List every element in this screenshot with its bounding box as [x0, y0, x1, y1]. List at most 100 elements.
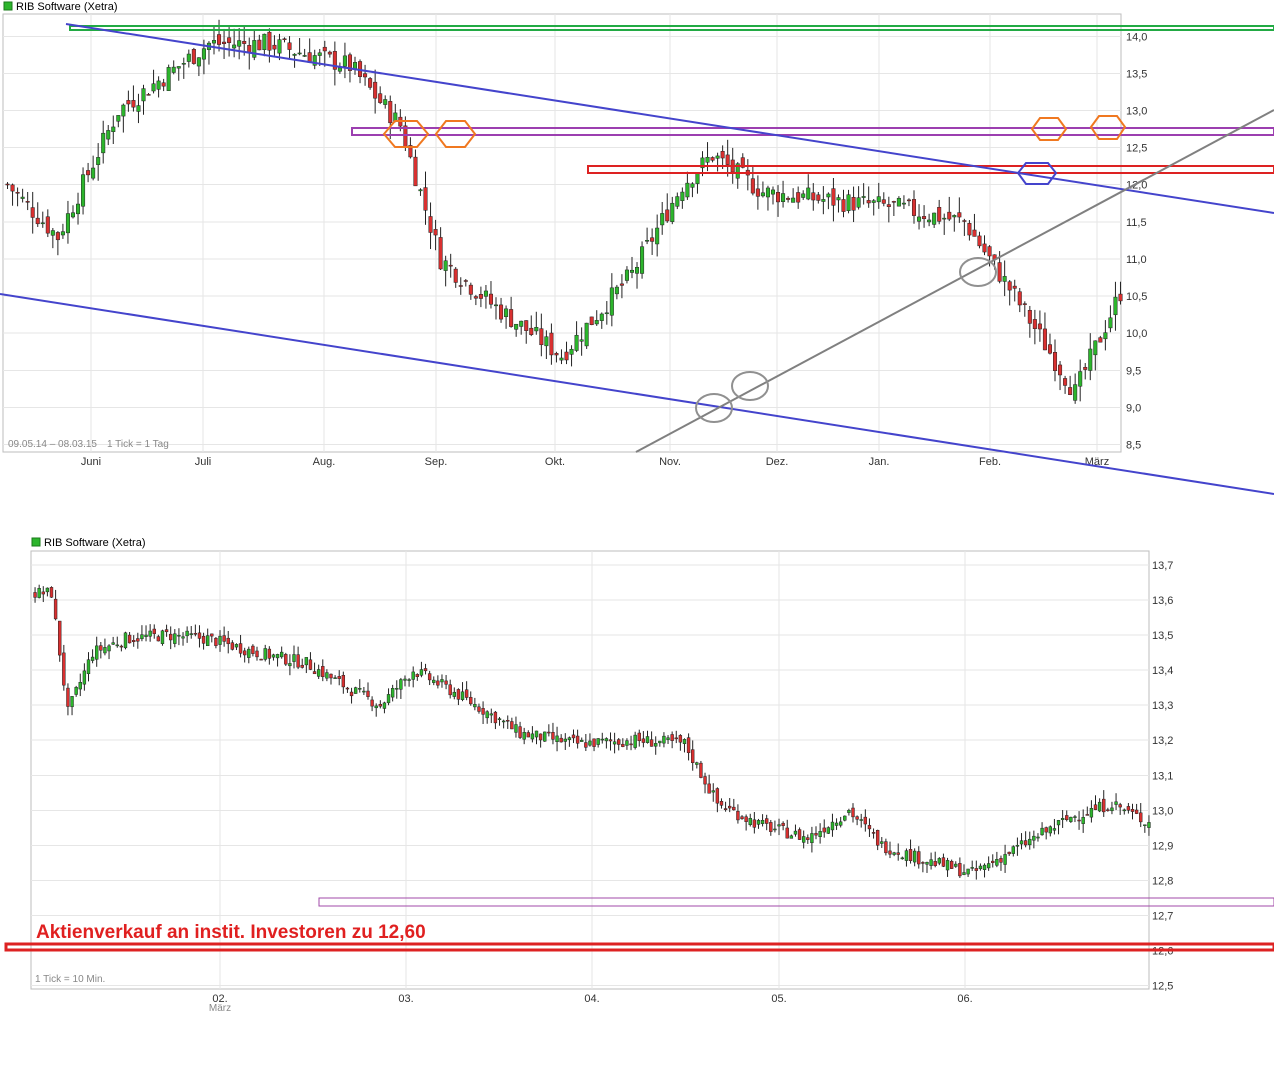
y-tick-label: 13,0: [1152, 805, 1173, 817]
candle-body: [978, 865, 983, 870]
candle-body: [941, 857, 946, 867]
candle-body: [707, 783, 711, 794]
candle-body: [1002, 276, 1007, 282]
candle-body: [881, 199, 886, 204]
candle-body: [368, 78, 373, 88]
legend-swatch-bottom: [31, 537, 41, 547]
candles-top: [5, 19, 1123, 404]
candle-body: [458, 285, 463, 287]
candle-body: [544, 336, 549, 347]
candle-body: [181, 636, 185, 639]
candle-body: [596, 738, 600, 745]
candle-body: [982, 864, 987, 870]
candle-body: [119, 645, 124, 648]
candle-body: [427, 673, 432, 681]
candle-body: [1081, 817, 1085, 824]
candle-body: [173, 633, 177, 644]
x-tick-label: 04.: [584, 993, 599, 1005]
candle-body: [699, 762, 703, 778]
candle-body: [711, 790, 715, 793]
candle-body: [686, 737, 691, 754]
candle-body: [282, 38, 287, 41]
candle-body: [489, 713, 493, 716]
candle-body: [388, 101, 393, 124]
candle-body: [970, 867, 974, 869]
candle-body: [1069, 816, 1073, 822]
candle-body: [436, 680, 440, 686]
candle-body: [473, 296, 478, 299]
candle-body: [151, 83, 156, 92]
candle-body: [1003, 854, 1007, 865]
candle-body: [1134, 809, 1139, 814]
x-tick-label: Dez.: [766, 456, 789, 468]
candle-body: [584, 742, 588, 748]
x-tick-label: 06.: [957, 993, 972, 1005]
candle-body: [789, 835, 794, 839]
candle-body: [674, 737, 678, 740]
candle-body: [423, 187, 428, 211]
candle-body: [1056, 820, 1061, 826]
candle-body: [826, 827, 831, 834]
candle-body: [539, 328, 544, 346]
candle-body: [675, 196, 680, 207]
candle-body: [411, 671, 415, 680]
candle-body: [801, 836, 806, 843]
candle-body: [501, 720, 506, 723]
candle-body: [695, 762, 699, 765]
candle-body: [419, 669, 424, 676]
candle-body: [45, 216, 50, 234]
candle-body: [1103, 332, 1108, 340]
candle-body: [875, 829, 880, 846]
candle-body: [440, 679, 444, 683]
candle-body: [302, 55, 307, 57]
candle-body: [40, 222, 45, 225]
candle-body: [469, 697, 473, 705]
offering-price-band-red: [4, 942, 1274, 952]
candle-body: [740, 816, 744, 820]
candle-body: [1037, 323, 1042, 330]
candle-body: [201, 635, 206, 644]
candle-body: [1040, 827, 1044, 836]
y-tick-label: 13,5: [1152, 630, 1173, 642]
candle-body: [1017, 291, 1022, 306]
candle-body: [103, 647, 107, 654]
candle-body: [906, 199, 911, 202]
candle-body: [529, 327, 534, 335]
y-tick-label: 12,8: [1152, 875, 1173, 887]
candle-body: [1063, 378, 1068, 386]
candle-body: [1007, 281, 1012, 291]
candle-body: [551, 732, 555, 740]
candle-body: [1106, 809, 1110, 811]
candle-body: [374, 705, 378, 709]
candle-body: [460, 691, 465, 700]
candle-body: [1012, 285, 1017, 289]
candle-body: [720, 151, 725, 159]
candle-body: [1028, 838, 1032, 846]
candle-body: [760, 192, 765, 197]
candle-body: [621, 743, 625, 747]
candle-body: [937, 207, 942, 222]
y-tick-label: 12,9: [1152, 840, 1173, 852]
candle-body: [399, 679, 403, 690]
y-axis-bottom: 13,7 13,6 13,5 13,4 13,3 13,2 13,1 13,0 12,9 12,8…: [1152, 560, 1173, 992]
candle-body: [843, 815, 847, 821]
candle-body: [1044, 827, 1048, 833]
candle-body: [196, 57, 201, 67]
candle-body: [55, 232, 60, 241]
candle-body: [432, 679, 436, 683]
candle-body: [185, 630, 189, 637]
candle-body: [814, 833, 818, 836]
candle-body: [736, 810, 740, 821]
candle-body: [514, 323, 519, 330]
candle-body: [580, 739, 584, 742]
candle-body: [650, 237, 655, 242]
candle-body: [678, 735, 683, 743]
candle-body: [1114, 801, 1118, 805]
candle-body: [1097, 801, 1102, 812]
candle-body: [776, 192, 781, 203]
y-tick-label: 10,0: [1126, 328, 1147, 340]
candle-body: [82, 670, 87, 685]
candle-body: [629, 743, 633, 746]
candle-body: [378, 93, 383, 103]
candle-body: [337, 676, 341, 679]
